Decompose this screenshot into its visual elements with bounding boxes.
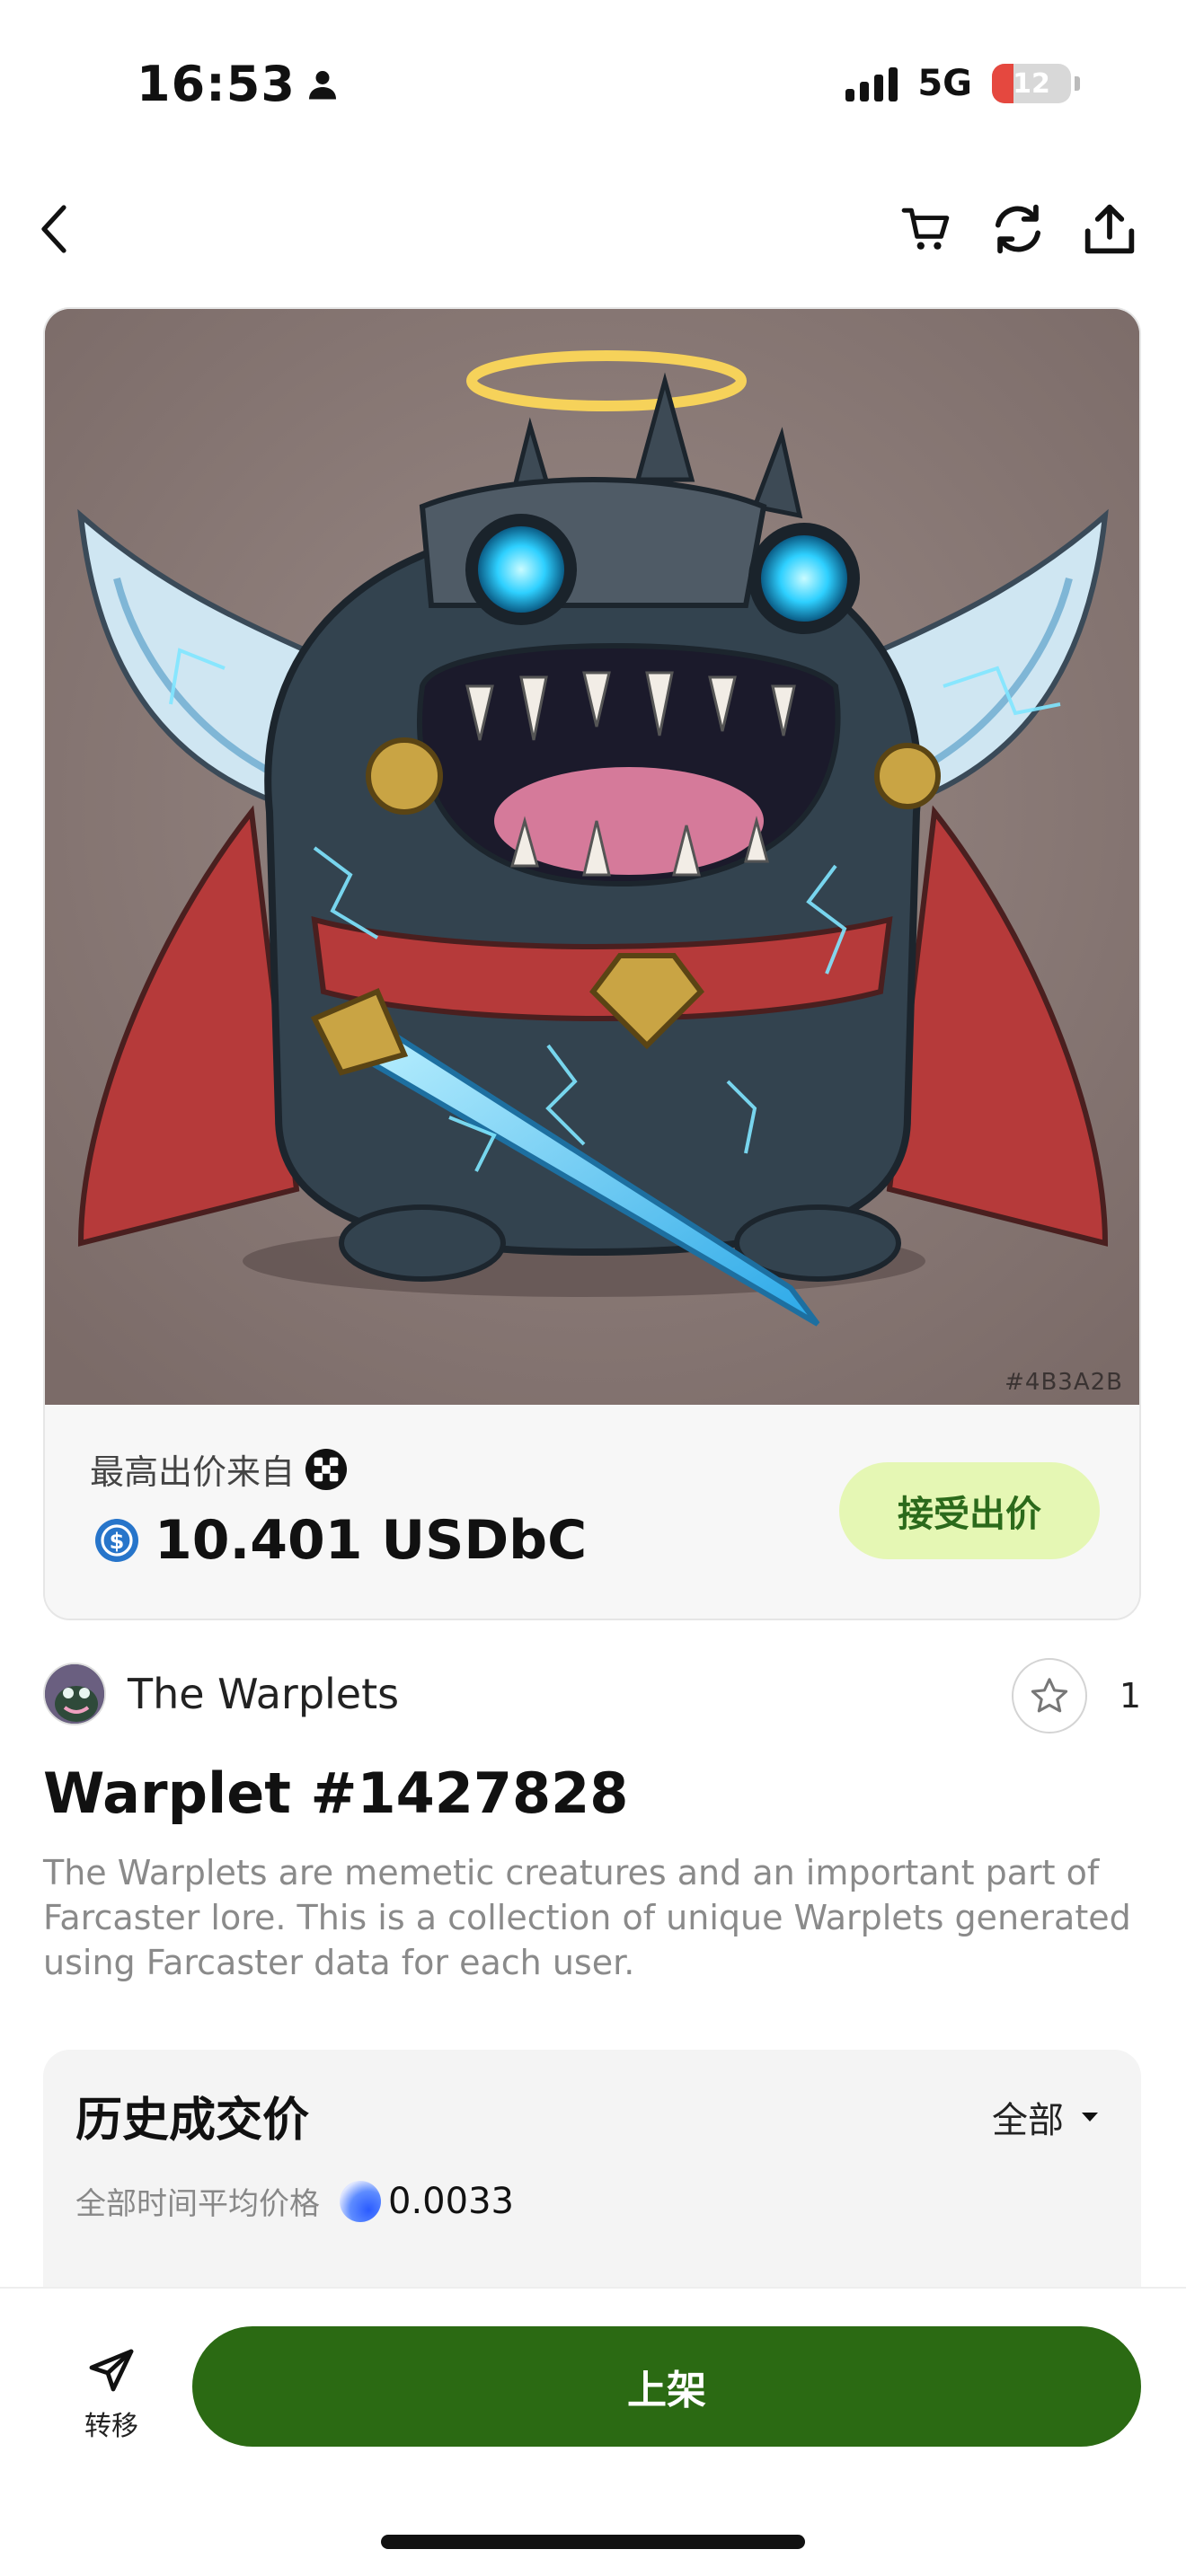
average-price-row: 全部时间平均价格 0.0033 [75, 2179, 514, 2223]
chevron-left-icon [41, 205, 66, 253]
send-icon [89, 2349, 134, 2392]
average-price-value: 0.0033 [340, 2180, 514, 2222]
cart-icon [901, 207, 950, 250]
caret-down-icon [1082, 2113, 1098, 2122]
status-bar: 16:53 5G 12 [0, 0, 1186, 162]
history-filter-dropdown[interactable]: 全部 [992, 2091, 1100, 2143]
list-for-sale-button[interactable]: 上架 [192, 2326, 1141, 2447]
favorite-button[interactable] [1011, 1658, 1087, 1734]
transfer-label: 转移 [84, 2411, 138, 2442]
price-history-section: 历史成交价 全部 全部时间平均价格 0.0033 [43, 2050, 1141, 2319]
nft-artwork[interactable]: #4B3A2B [45, 309, 1139, 1405]
artwork-color-code: #4B3A2B [1005, 1369, 1123, 1396]
warplet-illustration [45, 309, 1139, 1405]
usdc-token-icon: $ [95, 1519, 138, 1562]
share-button[interactable] [1078, 198, 1141, 260]
favorite-group: 1 [1011, 1658, 1141, 1734]
back-button[interactable] [23, 198, 86, 260]
clock-text: 16:53 [137, 56, 296, 112]
eth-token-icon [340, 2180, 381, 2222]
marketplace-logo-icon [305, 1448, 348, 1490]
bottom-action-bar: 转移 上架 [0, 2287, 1186, 2576]
top-offer-panel: 最高出价来自 $ 10.401 USDbC 接受出价 [45, 1405, 1139, 1619]
home-indicator [381, 2535, 805, 2549]
battery-level: 12 [1013, 67, 1050, 100]
nft-title: Warplet #1427828 [43, 1760, 629, 1826]
person-icon [308, 70, 336, 99]
status-time: 16:53 [137, 56, 339, 112]
share-icon [1084, 204, 1135, 254]
collection-name: The Warplets [128, 1670, 400, 1718]
offer-price: $ 10.401 USDbC [95, 1509, 587, 1572]
svg-text:$: $ [110, 1529, 125, 1554]
top-nav [0, 180, 1186, 278]
refresh-icon [995, 204, 1041, 254]
collection-link[interactable]: The Warplets [43, 1660, 399, 1728]
nft-description: The Warplets are memetic creatures and a… [43, 1853, 1131, 1982]
average-price-label: 全部时间平均价格 [75, 2186, 320, 2222]
offer-label-text: 最高出价来自 [90, 1452, 296, 1492]
refresh-button[interactable] [987, 198, 1049, 260]
transfer-button[interactable]: 转移 [75, 2346, 147, 2443]
network-label: 5G [917, 63, 972, 104]
battery-icon: 12 [992, 64, 1071, 103]
nft-card: #4B3A2B 最高出价来自 $ 10.401 USDbC 接受出价 [43, 307, 1141, 1620]
cart-button[interactable] [895, 198, 958, 260]
offer-price-value: 10.401 USDbC [155, 1509, 588, 1572]
collection-avatar [43, 1663, 106, 1725]
price-history-title: 历史成交价 [75, 2094, 310, 2148]
average-price-number: 0.0033 [388, 2180, 514, 2222]
history-filter-label: 全部 [992, 2100, 1064, 2141]
star-icon [1031, 1678, 1067, 1713]
status-indicators: 5G 12 [845, 63, 1080, 104]
favorite-count: 1 [1119, 1676, 1141, 1716]
signal-icon [845, 66, 898, 101]
offer-label: 最高出价来自 [90, 1444, 348, 1494]
accept-offer-button[interactable]: 接受出价 [839, 1462, 1100, 1559]
